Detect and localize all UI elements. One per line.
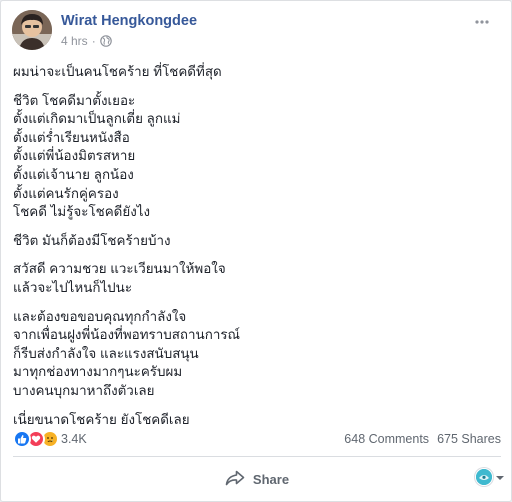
post-meta: 4 hrs · [61, 34, 112, 48]
post-text-line: ตั้งแต่ร่ำเรียนหนังสือ [13, 129, 130, 145]
post-text-line: มาทุกช่องทางมากๆนะครับผม [13, 364, 183, 380]
post-as-selector[interactable] [475, 467, 505, 486]
post-text-line: ผมน่าจะเป็นคนโชคร้าย ที่โชคดีที่สุด [13, 64, 222, 79]
comments-count[interactable]: 648 Comments [344, 432, 429, 446]
post-paragraph: ชีวิต โชคดีมาตั้งเยอะตั้งแต่เกิดมาเป็นลู… [13, 92, 501, 222]
share-arrow-icon [225, 470, 245, 489]
engagement-counts: 648 Comments 675 Shares [344, 432, 501, 446]
post-text-line: ชีวิต มันก็ต้องมีโชคร้ายบ้าง [13, 232, 171, 248]
post-card: Wirat Hengkongdee 4 hrs · ผมน่าจะเป็นคนโ… [0, 0, 512, 502]
post-text-line: ตั้งแต่คนรักคู่ครอง [13, 185, 119, 201]
post-paragraph: เนี่ยขนาดโชคร้าย ยังโชคดีเลย [13, 411, 501, 430]
post-paragraph: ชีวิต มันก็ต้องมีโชคร้ายบ้าง [13, 232, 501, 251]
post-text-line: แล้วจะไปไหนก็ไปนะ [13, 279, 133, 295]
shares-count[interactable]: 675 Shares [437, 432, 501, 446]
post-text-line: ชีวิต โชคดีมาตั้งเยอะ [13, 92, 136, 108]
post-header: Wirat Hengkongdee 4 hrs · [12, 10, 502, 54]
post-text-line: โชคดี ไม่รู้จะโชคดียังไง [13, 204, 151, 220]
avatar-photo [12, 10, 52, 50]
author-name[interactable]: Wirat Hengkongdee [61, 13, 197, 29]
post-paragraph: สวัสดี ความชวย แวะเวียนมาให้พอใจแล้วจะไป… [13, 260, 501, 297]
post-time[interactable]: 4 hrs [61, 34, 88, 48]
chevron-down-icon [495, 467, 505, 486]
post-text-line: บางคนบุกมาหาถึงตัวเลย [13, 382, 155, 398]
post-actions: Share [13, 463, 501, 495]
post-text-line: ก็รีบส่งกำลังใจ และแรงสนับสนุน [13, 345, 199, 361]
post-text-line: เนี่ยขนาดโชคร้าย ยังโชคดีเลย [13, 411, 190, 427]
post-paragraph: และต้องขอขอบคุณทุกกำลังใจจากเพื่อนฝูงพี่… [13, 308, 501, 401]
post-text-line: ตั้งแต่เจ้านาย ลูกน้อง [13, 166, 134, 182]
post-text-line: และต้องขอขอบคุณทุกกำลังใจ [13, 308, 187, 324]
share-button[interactable]: Share [209, 464, 305, 495]
more-horizontal-icon[interactable] [472, 14, 492, 30]
post-text-line: ตั้งแต่พี่น้องมิตรสหาย [13, 148, 136, 164]
actions-divider [13, 456, 501, 457]
post-text-line: สวัสดี ความชวย แวะเวียนมาให้พอใจ [13, 261, 226, 277]
post-text-line: จากเพื่อนฝูงพี่น้องที่พอทราบสถานการณ์ [13, 327, 240, 343]
share-label: Share [252, 471, 290, 487]
reactions-count[interactable]: 3.4K [61, 432, 87, 446]
meta-separator: · [91, 34, 96, 48]
reactions-summary[interactable]: 3.4K [13, 430, 87, 448]
like-icon [13, 430, 31, 448]
viewer-avatar [475, 467, 493, 486]
post-paragraph: ผมน่าจะเป็นคนโชคร้าย ที่โชคดีที่สุด [13, 63, 501, 82]
globe-icon[interactable] [99, 35, 112, 47]
reaction-icons [13, 430, 59, 448]
author-avatar[interactable] [12, 10, 52, 50]
post-stats: 3.4K 648 Comments 675 Shares [13, 428, 501, 450]
post-text-line: ตั้งแต่เกิดมาเป็นลูกเตี่ย ลูกแม่ [13, 111, 181, 127]
post-body: ผมน่าจะเป็นคนโชคร้าย ที่โชคดีที่สุดชีวิต… [13, 63, 501, 439]
